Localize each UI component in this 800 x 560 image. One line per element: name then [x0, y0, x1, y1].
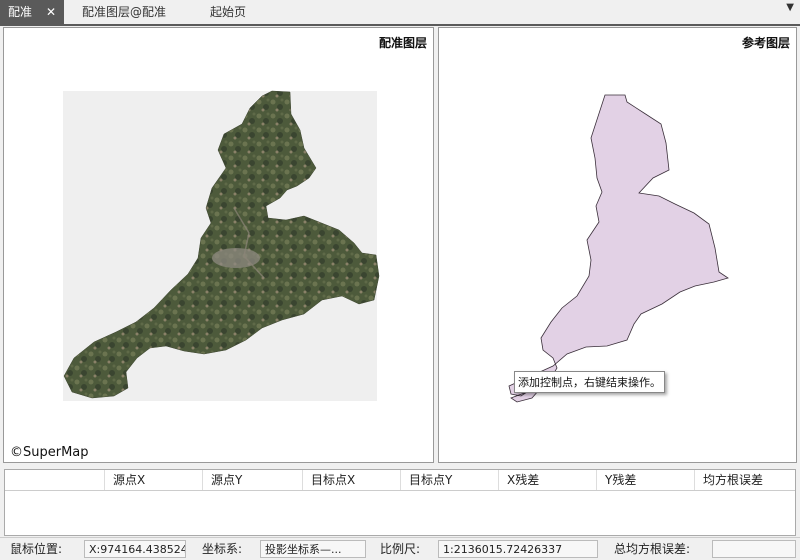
coordinate-system-label: 坐标系:	[202, 542, 243, 556]
column-header-rmse[interactable]: 均方根误差	[695, 470, 795, 490]
copyright-label: ©SuperMap	[10, 445, 89, 460]
column-header-source-y[interactable]: 源点Y	[203, 470, 303, 490]
column-header-target-x[interactable]: 目标点X	[303, 470, 401, 490]
column-header-y-residual[interactable]: Y残差	[597, 470, 695, 490]
mouse-position-value: X:974164.438524...	[84, 540, 186, 558]
coordinate-system-value[interactable]: 投影坐标系—...	[260, 540, 366, 558]
scale-label: 比例尺:	[380, 542, 421, 556]
chevron-down-icon[interactable]: ▼	[786, 2, 794, 13]
document-tab-bar: 配准 ✕ 配准图层@配准 起始页 ▼	[0, 0, 800, 26]
column-header-x-residual[interactable]: X残差	[499, 470, 597, 490]
satellite-image	[63, 90, 380, 401]
tab-registration-layer[interactable]: 配准图层@配准	[82, 0, 166, 24]
mouse-position-label: 鼠标位置:	[10, 542, 63, 556]
tab-start-page[interactable]: 起始页	[210, 0, 246, 24]
tab-registration[interactable]: 配准 ✕	[0, 0, 65, 24]
registration-map-pane[interactable]: 配准图层 ©SuperMap	[3, 27, 434, 463]
control-point-table[interactable]: 源点X 源点Y 目标点X 目标点Y X残差 Y残差 均方根误差	[4, 469, 796, 536]
scale-value[interactable]: 1:2136015.72426337	[438, 540, 598, 558]
total-rmse-value	[712, 540, 796, 558]
reference-map-pane[interactable]: 参考图层	[438, 27, 797, 463]
close-icon[interactable]: ✕	[46, 5, 56, 19]
column-header-index	[5, 470, 105, 490]
reference-polygon	[508, 94, 729, 403]
total-rmse-label: 总均方根误差:	[614, 542, 691, 556]
hint-tooltip: 添加控制点，右键结束操作。	[514, 371, 665, 393]
column-header-target-y[interactable]: 目标点Y	[401, 470, 499, 490]
status-bar: 鼠标位置: X:974164.438524... 坐标系: 投影坐标系—... …	[0, 537, 800, 560]
column-header-source-x[interactable]: 源点X	[105, 470, 203, 490]
tab-label: 配准	[8, 5, 33, 19]
table-header: 源点X 源点Y 目标点X 目标点Y X残差 Y残差 均方根误差	[5, 470, 795, 491]
